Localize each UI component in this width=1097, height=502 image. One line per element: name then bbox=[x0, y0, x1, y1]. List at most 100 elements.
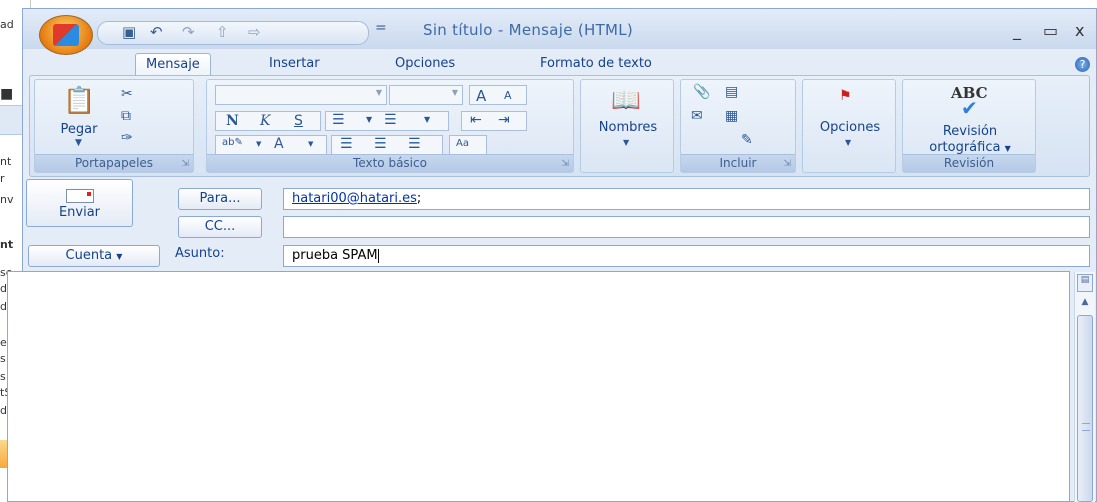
quick-access-toolbar: ▣ ↶ ↷ ⇧ ⇨ bbox=[97, 21, 369, 45]
scroll-thumb[interactable] bbox=[1077, 315, 1093, 502]
highlight-fontcolor: ab✎ ▼ A ▼ bbox=[215, 135, 327, 155]
bold-button[interactable]: N bbox=[226, 113, 239, 129]
underline-button[interactable]: S bbox=[294, 113, 303, 129]
chevron-down-icon[interactable]: ▼ bbox=[366, 115, 372, 124]
attach-item-icon[interactable]: ✉ bbox=[691, 108, 703, 124]
qat-customize-dropdown[interactable]: = bbox=[375, 20, 387, 36]
office-button[interactable] bbox=[39, 15, 93, 55]
font-grow-shrink: A A bbox=[469, 85, 527, 105]
window-title: Sin título - Mensaje (HTML) bbox=[423, 21, 634, 39]
options-button[interactable]: Opciones bbox=[803, 120, 897, 136]
bg-text-fragment: nt bbox=[0, 238, 14, 251]
subject-label: Asunto: bbox=[175, 246, 225, 261]
styles-button[interactable]: Aa bbox=[449, 135, 487, 155]
redo-icon[interactable]: ↷ bbox=[182, 23, 195, 41]
account-label: Cuenta bbox=[65, 248, 113, 263]
business-card-icon[interactable]: ▤ bbox=[725, 84, 738, 100]
decrease-indent-icon[interactable]: ⇤ bbox=[470, 112, 482, 128]
chevron-down-icon[interactable]: ▼ bbox=[424, 115, 430, 124]
maximize-button[interactable]: ▭ bbox=[1043, 21, 1058, 40]
minimize-button[interactable]: _ bbox=[1013, 21, 1021, 40]
shrink-font-button[interactable]: A bbox=[504, 89, 512, 102]
font-name-combo[interactable]: ▼ bbox=[215, 85, 387, 105]
names-button[interactable]: Nombres bbox=[581, 120, 675, 136]
group-label: Revisión bbox=[903, 154, 1035, 172]
clipboard-label: Portapapeles bbox=[74, 156, 154, 170]
flag-icon[interactable]: ⚑ bbox=[839, 88, 852, 104]
chevron-down-icon[interactable]: ▼ bbox=[623, 138, 629, 147]
to-separator: ; bbox=[416, 191, 422, 206]
bold-italic-underline: N K S bbox=[215, 111, 321, 131]
chevron-down-icon: ▼ bbox=[116, 252, 123, 261]
format-painter-icon[interactable]: ✑ bbox=[121, 130, 133, 146]
dialog-launcher-icon[interactable]: ⇲ bbox=[783, 159, 791, 169]
group-options: ⚑ Opciones ▼ bbox=[802, 79, 896, 173]
alignment-buttons: ☰ ☰ ☰ bbox=[331, 135, 443, 155]
tab-insertar[interactable]: Insertar bbox=[259, 53, 330, 75]
tab-mensaje[interactable]: Mensaje bbox=[135, 53, 211, 76]
chevron-down-icon: ▼ bbox=[451, 88, 458, 97]
cut-icon[interactable]: ✂ bbox=[121, 86, 133, 102]
text-caret bbox=[377, 248, 379, 263]
send-label: Enviar bbox=[58, 205, 101, 220]
scroll-up-icon[interactable]: ▲ bbox=[1077, 297, 1093, 311]
font-size-combo[interactable]: ▼ bbox=[389, 85, 463, 105]
help-icon[interactable]: ? bbox=[1075, 57, 1090, 72]
envelope-icon bbox=[65, 189, 94, 203]
vertical-scrollbar[interactable]: ▤ ▲ bbox=[1074, 272, 1095, 502]
chevron-down-icon[interactable]: ▼ bbox=[256, 140, 261, 148]
dialog-launcher-icon[interactable]: ⇲ bbox=[181, 159, 189, 169]
group-label: Incluir bbox=[681, 154, 795, 172]
signature-icon[interactable]: ✎ bbox=[741, 132, 753, 148]
message-body[interactable] bbox=[7, 271, 1070, 502]
to-button[interactable]: Para... bbox=[178, 188, 262, 210]
group-clipboard: 📋 Pegar ▼ ✂ ⧉ ✑ Portapapeles ⇲ bbox=[34, 79, 194, 173]
grow-font-button[interactable]: A bbox=[476, 87, 486, 105]
chevron-down-icon: ▼ bbox=[375, 88, 382, 97]
subject-field[interactable]: prueba SPAM bbox=[283, 245, 1090, 267]
address-book-icon[interactable]: 📖 bbox=[611, 86, 641, 114]
increase-indent-icon[interactable]: ⇥ bbox=[498, 112, 510, 128]
include-label: Incluir bbox=[719, 156, 757, 170]
to-field[interactable]: hatari00@hatari.es; bbox=[283, 188, 1090, 210]
tab-formato-de-texto[interactable]: Formato de texto bbox=[530, 53, 662, 75]
copy-icon[interactable]: ⧉ bbox=[121, 108, 131, 124]
italic-button[interactable]: K bbox=[260, 113, 270, 129]
paste-button[interactable]: Pegar bbox=[49, 122, 109, 138]
account-button[interactable]: Cuenta ▼ bbox=[28, 245, 160, 267]
align-right-icon[interactable]: ☰ bbox=[408, 136, 421, 152]
cc-button[interactable]: CC... bbox=[178, 216, 262, 238]
paste-icon[interactable]: 📋 bbox=[63, 86, 95, 116]
group-include: 📎 ▤ ✉ ▦ ✎ Incluir ⇲ bbox=[680, 79, 796, 173]
calendar-icon[interactable]: ▦ bbox=[725, 108, 738, 124]
close-button[interactable]: x bbox=[1075, 21, 1084, 40]
bg-text-fragment: nv bbox=[0, 193, 14, 206]
up-icon[interactable]: ⇧ bbox=[216, 23, 229, 41]
indent-buttons: ⇤ ⇥ bbox=[461, 111, 527, 131]
tab-opciones[interactable]: Opciones bbox=[385, 53, 465, 75]
chevron-down-icon[interactable]: ▼ bbox=[308, 140, 313, 148]
align-left-icon[interactable]: ☰ bbox=[340, 136, 353, 152]
align-center-icon[interactable]: ☰ bbox=[374, 136, 387, 152]
send-button[interactable]: Enviar bbox=[26, 179, 133, 227]
undo-icon[interactable]: ↶ bbox=[150, 23, 163, 41]
to-recipient[interactable]: hatari00@hatari.es bbox=[292, 191, 417, 206]
attach-file-icon[interactable]: 📎 bbox=[693, 84, 710, 100]
ruler-toggle-icon[interactable]: ▤ bbox=[1077, 274, 1093, 292]
numbering-icon[interactable]: ☰ bbox=[384, 112, 397, 128]
bg-text-fragment: ad bbox=[0, 18, 14, 31]
cc-field[interactable] bbox=[283, 216, 1090, 238]
chevron-down-icon[interactable]: ▼ bbox=[845, 138, 851, 147]
down-icon[interactable]: ⇨ bbox=[248, 23, 261, 41]
save-icon[interactable]: ▣ bbox=[122, 23, 136, 41]
font-color-button[interactable]: A bbox=[274, 136, 284, 152]
chevron-down-icon: ▼ bbox=[1004, 144, 1011, 153]
bullets-icon[interactable]: ☰ bbox=[332, 112, 345, 128]
highlight-icon[interactable]: ab✎ bbox=[222, 137, 243, 148]
office-logo-icon bbox=[53, 24, 79, 46]
bg-text-fragment: s bbox=[0, 352, 6, 365]
paste-dropdown-icon[interactable]: ▼ bbox=[75, 138, 82, 148]
bg-text-fragment: s bbox=[0, 370, 6, 383]
dialog-launcher-icon[interactable]: ⇲ bbox=[561, 159, 569, 169]
spelling-button-line1[interactable]: Revisión bbox=[903, 124, 1037, 140]
